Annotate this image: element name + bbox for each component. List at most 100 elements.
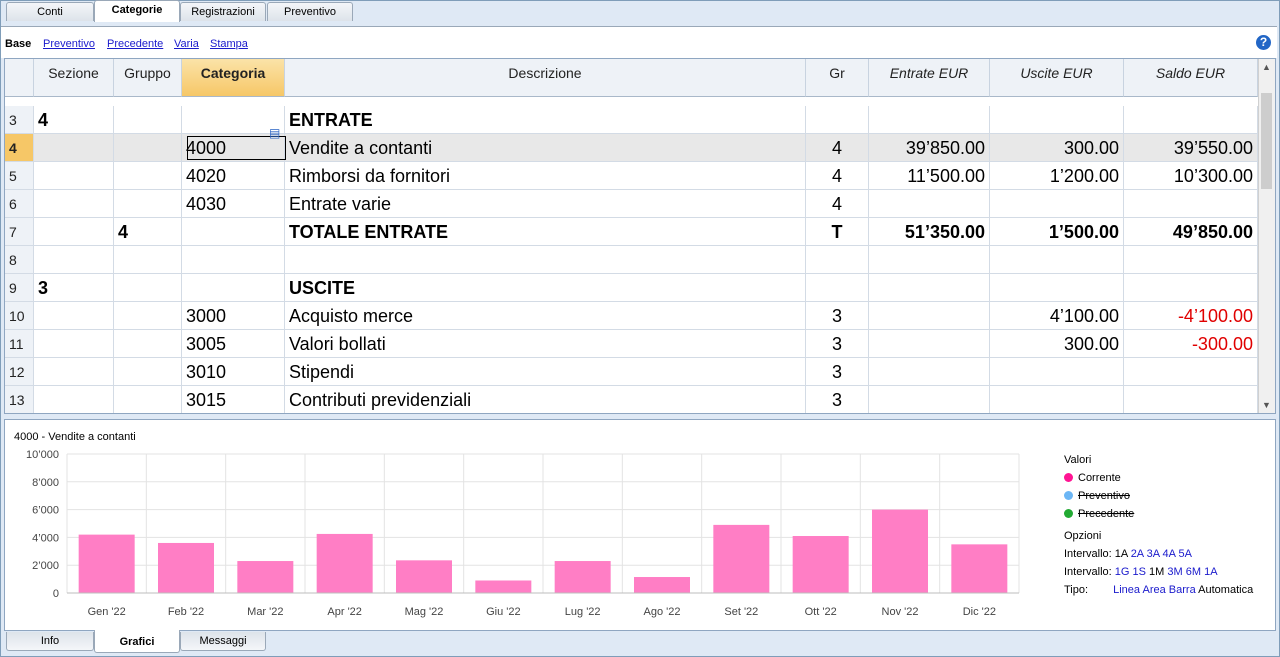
view-preventivo[interactable]: Preventivo [43,38,95,50]
cell-descrizione[interactable]: Contributi previdenziali [285,386,806,413]
cell-uscite[interactable] [990,190,1124,217]
cell-sezione[interactable]: 4 [34,106,114,133]
cell-gr[interactable]: 3 [806,386,869,413]
cell-gruppo[interactable] [114,162,182,189]
view-base[interactable]: Base [5,38,31,50]
cell-saldo[interactable] [1124,246,1258,273]
cell-gr[interactable]: T [806,218,869,245]
bar[interactable] [316,533,373,593]
legend-item-preventivo[interactable]: Preventivo [1064,490,1130,502]
cell-entrate[interactable] [869,302,990,329]
cell-info-icon[interactable]: ▤ [269,126,280,140]
table-row[interactable]: 6 4030 Entrate varie 4 [5,190,1258,218]
interval-6m[interactable]: 6M [1186,566,1201,578]
cell-gruppo[interactable] [114,330,182,357]
vertical-scrollbar[interactable]: ▲ ▼ [1258,59,1275,413]
view-precedente[interactable]: Precedente [107,38,163,50]
table-row[interactable]: 9 3 USCITE [5,274,1258,302]
cell-uscite[interactable] [990,358,1124,385]
header-entrate[interactable]: Entrate EUR [869,59,990,97]
cell-gr[interactable] [806,274,869,301]
cell-categoria[interactable]: 3010 [182,358,285,385]
bar[interactable] [634,577,690,593]
header-descrizione[interactable]: Descrizione [285,59,806,97]
cell-gruppo[interactable] [114,106,182,133]
interval-2a[interactable]: 2A [1131,548,1144,560]
interval-1g[interactable]: 1G [1115,566,1130,578]
cell-entrate[interactable] [869,190,990,217]
bar[interactable] [158,542,214,593]
cell-categoria[interactable]: 3015 [182,386,285,413]
tab-categorie[interactable]: Categorie [94,0,180,22]
cell-sezione[interactable] [34,386,114,413]
table-row[interactable]: 10 3000 Acquisto merce 3 4’100.00 -4’100.00 [5,302,1258,330]
cell-uscite[interactable]: 1’200.00 [990,162,1124,189]
tab-preventivo[interactable]: Preventivo [267,2,353,21]
cell-gruppo[interactable] [114,274,182,301]
scroll-down-icon[interactable]: ▼ [1262,400,1271,410]
cell-saldo[interactable] [1124,106,1258,133]
table-row[interactable]: 5 4020 Rimborsi da fornitori 4 11’500.00 1’20… [5,162,1258,190]
cell-descrizione[interactable]: Valori bollati [285,330,806,357]
cell-gruppo[interactable] [114,358,182,385]
cell-gruppo[interactable] [114,386,182,413]
cell-categoria[interactable] [182,218,285,245]
table-row[interactable]: 12 3010 Stipendi 3 [5,358,1258,386]
cell-sezione[interactable] [34,218,114,245]
header-saldo[interactable]: Saldo EUR [1124,59,1258,97]
cell-uscite[interactable]: 300.00 [990,134,1124,161]
header-uscite[interactable]: Uscite EUR [990,59,1124,97]
tab-grafici[interactable]: Grafici [94,630,180,653]
tab-conti[interactable]: Conti [6,2,94,21]
cell-uscite[interactable] [990,274,1124,301]
cell-descrizione[interactable]: Acquisto merce [285,302,806,329]
table-row[interactable]: 11 3005 Valori bollati 3 300.00 -300.00 [5,330,1258,358]
type-automatica[interactable]: Automatica [1198,584,1253,596]
cell-entrate[interactable] [869,386,990,413]
help-icon[interactable]: ? [1256,35,1271,50]
cell-sezione[interactable] [34,162,114,189]
cell-entrate[interactable] [869,106,990,133]
cell-saldo[interactable]: 39’550.00 [1124,134,1258,161]
cell-gr[interactable] [806,246,869,273]
cell-entrate[interactable]: 39’850.00 [869,134,990,161]
legend-item-corrente[interactable]: Corrente [1064,472,1121,484]
cell-uscite[interactable] [990,386,1124,413]
cell-gruppo[interactable] [114,246,182,273]
cell-descrizione[interactable]: Entrate varie [285,190,806,217]
cell-entrate[interactable]: 51’350.00 [869,218,990,245]
interval-1s[interactable]: 1S [1133,566,1146,578]
table-row[interactable]: 4 4000 Vendite a contanti 4 39’850.00 300.00 3… [5,126,1258,162]
cell-uscite[interactable] [990,246,1124,273]
interval-1m[interactable]: 1M [1149,566,1164,578]
cell-sezione[interactable]: 3 [34,274,114,301]
cell-saldo[interactable]: -300.00 [1124,330,1258,357]
cell-saldo[interactable] [1124,386,1258,413]
cell-sezione[interactable] [34,246,114,273]
cell-entrate[interactable] [869,246,990,273]
cell-saldo[interactable] [1124,358,1258,385]
cell-gr[interactable]: 4 [806,134,869,161]
bar[interactable] [713,524,770,593]
interval-1a-period[interactable]: 1A [1204,566,1217,578]
cell-gr[interactable]: 3 [806,302,869,329]
cell-categoria[interactable]: 3000 [182,302,285,329]
header-gr[interactable]: Gr [806,59,869,97]
cell-descrizione[interactable]: ENTRATE [285,106,806,133]
cell-gr[interactable] [806,106,869,133]
interval-1a[interactable]: 1A [1115,548,1128,560]
cell-gr[interactable]: 3 [806,330,869,357]
bar[interactable] [78,534,135,593]
bar[interactable] [951,544,1008,593]
cell-descrizione[interactable] [285,246,806,273]
bar[interactable] [237,561,294,593]
cell-descrizione[interactable]: TOTALE ENTRATE [285,218,806,245]
view-stampa[interactable]: Stampa [210,38,248,50]
cell-sezione[interactable] [34,302,114,329]
cell-gruppo[interactable] [114,302,182,329]
cell-saldo[interactable] [1124,190,1258,217]
tab-registrazioni[interactable]: Registrazioni [180,2,266,21]
cell-gruppo[interactable]: 4 [114,218,182,245]
view-varia[interactable]: Varia [174,38,199,50]
cell-entrate[interactable] [869,358,990,385]
